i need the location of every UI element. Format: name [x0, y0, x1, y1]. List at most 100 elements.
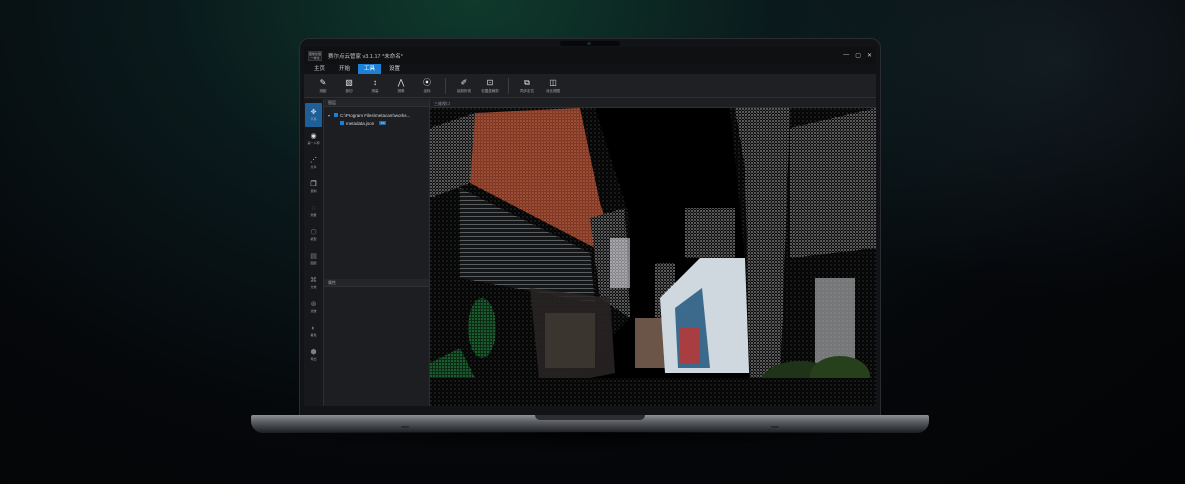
- maximize-icon[interactable]: ▢: [855, 52, 861, 59]
- point-cloud-viewport[interactable]: [430, 108, 876, 406]
- sidebar-item[interactable]: ⋰ 分享: [304, 151, 323, 175]
- tool-label: 坐标: [423, 88, 431, 93]
- sidebar-item[interactable]: ⬡ 模型: [304, 223, 323, 247]
- tool-button[interactable]: ⋀ 测角: [388, 78, 414, 94]
- sync-locate-icon: ⧉: [524, 77, 530, 87]
- sidebar-item-label: 平移: [310, 117, 317, 121]
- toolbar-separator: [508, 77, 509, 94]
- copy-icon: ❐: [310, 181, 317, 188]
- app-window: 图像处理 一体化 赛尔点云管家 v3.1.17 *未命名* — ▢ ✕ 主页 开始…: [304, 47, 876, 406]
- menu-item[interactable]: 工具: [358, 64, 382, 74]
- move-icon: ✥: [310, 109, 317, 116]
- tool-label: 对比视图: [546, 88, 560, 93]
- app-logo: 图像处理 一体化: [308, 50, 322, 61]
- sidebar-item[interactable]: ⌘ 分类: [304, 271, 323, 295]
- tree-child-label: metadata.json: [346, 120, 375, 126]
- tool-button[interactable]: ◫ 对比视图: [540, 78, 566, 94]
- measure-icon: ◌: [311, 205, 316, 212]
- tool-label: 绘制折线: [457, 88, 471, 93]
- title-bar: 图像处理 一体化 赛尔点云管家 v3.1.17 *未命名* — ▢ ✕: [304, 47, 876, 64]
- sidebar-item-label: 图层: [310, 261, 317, 265]
- cube-icon: ⬡: [310, 229, 317, 236]
- layer-tree: ▾ C:\Program Files\metacam\works... meta…: [324, 107, 429, 131]
- menu-item[interactable]: 主页: [308, 64, 331, 74]
- sidebar-item[interactable]: ◉ 第一人称: [304, 127, 323, 151]
- tool-label: 同步定位: [520, 88, 534, 93]
- sidebar-item-label: 着色: [310, 333, 317, 337]
- sidebar-item[interactable]: ✥ 平移: [305, 103, 322, 127]
- sidebar-item-label: 第一人称: [307, 141, 320, 145]
- tool-label: 剖切: [345, 88, 353, 93]
- section-icon: ▧: [345, 77, 353, 87]
- tool-ribbon: ✎ 测距 ▧ 剖切 ↕ 测高 ⋀ 测角 ⦿ 坐标 ✐ 绘制折线 ⊡ 包围盒裁剪 ⧉ 同步定位 ◫ 对比视图: [304, 74, 876, 98]
- sidebar-item-label: 滤波: [310, 309, 317, 313]
- share-icon: ⋰: [310, 157, 317, 164]
- tool-label: 测高: [371, 88, 379, 93]
- layer-panel: 图层 ▾ C:\Program Files\metacam\works... m…: [324, 99, 430, 406]
- menu-bar: 主页 开始 工具 设置: [304, 64, 876, 74]
- window-controls: — ▢ ✕: [843, 52, 872, 59]
- eye-icon: ◉: [310, 133, 317, 140]
- viewport-container: 三维视口: [430, 99, 876, 406]
- location-pin-icon: ⦿: [423, 77, 431, 87]
- laptop-opening-notch: [535, 415, 645, 420]
- menu-item[interactable]: 设置: [383, 64, 406, 74]
- tool-button[interactable]: ↕ 测高: [362, 78, 388, 94]
- toolbar-separator: [445, 77, 446, 94]
- base-foot: [401, 426, 409, 428]
- pen-icon: ✐: [460, 77, 468, 87]
- sidebar-item-label: 分享: [310, 165, 317, 169]
- sidebar-item[interactable]: ⬢ 导出: [304, 343, 323, 367]
- split-view-icon: ◫: [549, 77, 557, 87]
- viewport-title: 三维视口: [434, 101, 450, 106]
- sidebar-item[interactable]: ⊛ 滤波: [304, 295, 323, 319]
- minimize-icon[interactable]: —: [843, 52, 849, 59]
- workspace: ✥ 平移 ◉ 第一人称 ⋰ 分享 ❐ 复制 ◌ 测量 ⬡ 模型 ▤ 图层 ⌘ 分类 ⊛ 滤波 ◐ 着色 ⬢ 导出 图层 ▾…: [304, 99, 876, 406]
- tool-label: 测角: [397, 88, 405, 93]
- point-cloud-render[interactable]: [430, 108, 876, 406]
- tool-button[interactable]: ⧉ 同步定位: [514, 78, 540, 94]
- tree-root-row[interactable]: ▾ C:\Program Files\metacam\works...: [328, 111, 425, 119]
- tool-button[interactable]: ⦿ 坐标: [414, 78, 440, 94]
- menu-item[interactable]: 开始: [333, 64, 356, 74]
- tree-root-label: C:\Program Files\metacam\works...: [340, 112, 411, 118]
- webcam: [560, 41, 620, 46]
- crop-box-icon: ⊡: [486, 77, 494, 87]
- color-icon: ◐: [311, 325, 316, 332]
- layer-panel-header: 图层: [324, 99, 429, 107]
- tool-button[interactable]: ✎ 测距: [310, 78, 336, 94]
- tree-child-row[interactable]: metadata.json PC: [328, 119, 425, 127]
- tool-button[interactable]: ⊡ 包围盒裁剪: [477, 78, 503, 94]
- tool-button[interactable]: ▧ 剖切: [336, 78, 362, 94]
- expand-arrow-icon[interactable]: ▾: [328, 113, 332, 118]
- sidebar-item-label: 模型: [310, 237, 317, 241]
- child-checkbox[interactable]: [340, 121, 344, 125]
- laptop-shadow: [260, 432, 920, 452]
- left-tool-sidebar: ✥ 平移 ◉ 第一人称 ⋰ 分享 ❐ 复制 ◌ 测量 ⬡ 模型 ▤ 图层 ⌘ 分类 ⊛ 滤波 ◐ 着色 ⬢ 导出: [304, 99, 324, 406]
- filter-icon: ⊛: [310, 301, 317, 308]
- properties-panel-title: 属性: [328, 280, 336, 285]
- sidebar-item[interactable]: ❐ 复制: [304, 175, 323, 199]
- properties-panel-header: 属性: [324, 279, 429, 287]
- export-icon: ⬢: [310, 349, 317, 356]
- layer-panel-title: 图层: [328, 100, 336, 105]
- height-icon: ↕: [373, 77, 377, 87]
- sidebar-item[interactable]: ◌ 测量: [304, 199, 323, 223]
- viewport-header: 三维视口: [430, 99, 876, 108]
- sidebar-item-label: 分类: [310, 285, 317, 289]
- app-title: 赛尔点云管家 v3.1.17 *未命名*: [328, 53, 403, 60]
- sidebar-item[interactable]: ◐ 着色: [304, 319, 323, 343]
- tool-label: 测距: [319, 88, 327, 93]
- sidebar-item-label: 导出: [310, 357, 317, 361]
- root-checkbox[interactable]: [334, 113, 338, 117]
- angle-icon: ⋀: [397, 77, 405, 87]
- classify-icon: ⌘: [310, 277, 317, 284]
- sidebar-item-label: 复制: [310, 189, 317, 193]
- close-icon[interactable]: ✕: [867, 52, 872, 59]
- sidebar-item[interactable]: ▤ 图层: [304, 247, 323, 271]
- point-cloud-tag: PC: [379, 121, 387, 125]
- laptop-base: [251, 415, 929, 433]
- ruler-icon: ✎: [319, 77, 327, 87]
- tool-button[interactable]: ✐ 绘制折线: [451, 78, 477, 94]
- layers-icon: ▤: [310, 253, 317, 260]
